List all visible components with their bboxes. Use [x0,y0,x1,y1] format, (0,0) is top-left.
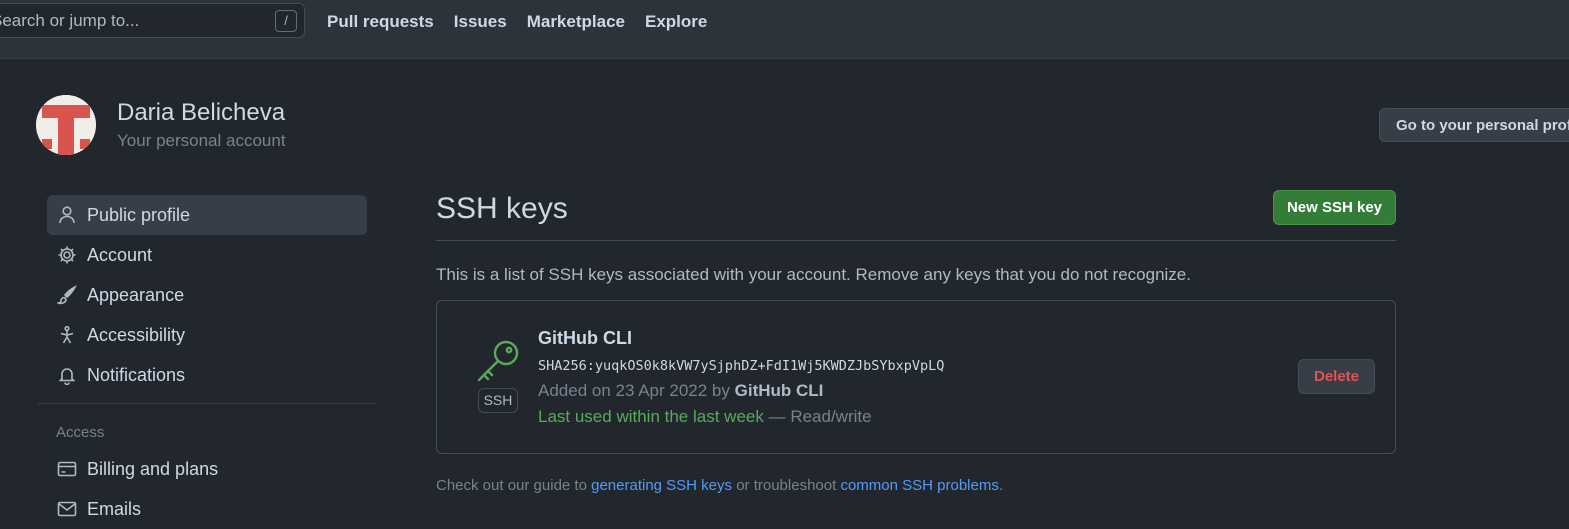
user-name[interactable]: Daria Belicheva [117,99,285,127]
nav-issues[interactable]: Issues [454,11,507,33]
key-last-used: Last used within the last week [538,407,764,426]
paintbrush-icon [57,285,77,305]
key-added-date: Added on 23 Apr 2022 by [538,381,730,400]
sidebar-item-accessibility[interactable]: Accessibility [47,315,367,355]
sidebar-item-account[interactable]: Account [47,235,367,275]
search-shortcut-hint: / [275,10,297,32]
search-input[interactable] [0,4,261,37]
key-fingerprint: SHA256:yuqkOS0k8kVW7ySjphDZ+FdI1Wj5KWDZJ… [538,358,945,374]
sidebar-section-heading: Access [56,424,105,441]
sidebar-item-label: Billing and plans [87,458,219,479]
nav-marketplace[interactable]: Marketplace [527,11,625,33]
ssh-badge: SSH [478,388,518,413]
key-added-info: Added on 23 Apr 2022 by GitHub CLI [538,381,823,401]
sidebar-item-label: Account [87,244,153,265]
nav-pull-requests[interactable]: Pull requests [327,11,434,33]
sidebar-item-label: Appearance [87,284,185,305]
key-icon [477,340,519,382]
go-to-profile-button[interactable]: Go to your personal profile [1379,108,1569,142]
sidebar-item-billing[interactable]: Billing and plans [47,449,367,489]
sidebar-item-label: Emails [87,498,142,519]
sidebar-item-emails[interactable]: Emails [47,489,367,529]
help-suffix: . [998,477,1004,494]
ssh-key-item: SSH GitHub CLI SHA256:yuqkOS0k8kVW7ySjph… [436,300,1396,454]
settings-sidebar: Public profile Account Appearance Access… [38,195,376,529]
help-prefix: Check out our guide to [436,477,587,494]
key-usage-info: Last used within the last week — Read/wr… [538,407,872,427]
common-ssh-problems-link[interactable]: common SSH problems [840,477,998,494]
sidebar-item-label: Public profile [87,204,191,225]
intro-text: This is a list of SSH keys associated wi… [436,265,1191,284]
generating-ssh-keys-link[interactable]: generating SSH keys [591,477,732,494]
bell-icon [58,368,76,385]
nav-explore[interactable]: Explore [645,11,707,33]
key-title: GitHub CLI [538,328,632,348]
mail-icon [57,501,77,517]
new-ssh-key-button[interactable]: New SSH key [1273,190,1396,225]
person-icon [59,206,75,224]
sidebar-item-label: Notifications [87,364,186,385]
accessibility-icon [60,325,74,344]
sidebar-item-appearance[interactable]: Appearance [47,275,367,315]
help-text: Check out our guide to generating SSH ke… [436,477,1003,494]
sidebar-divider [38,403,376,404]
account-type-label: Your personal account [117,131,286,150]
sidebar-item-public-profile[interactable]: Public profile [47,195,367,235]
key-access-level: — Read/write [768,407,872,426]
credit-card-icon [57,461,77,477]
global-nav: Pull requests Issues Marketplace Explore [327,11,727,33]
title-divider [436,240,1396,241]
help-middle: or troubleshoot [736,477,837,494]
delete-key-button[interactable]: Delete [1298,359,1375,394]
key-added-by: GitHub CLI [734,381,824,400]
search-box[interactable]: / [0,3,305,38]
avatar[interactable] [36,95,96,155]
gear-icon [58,246,76,264]
sidebar-item-label: Accessibility [87,324,186,345]
top-header: / Pull requests Issues Marketplace Explo… [0,0,1569,59]
sidebar-item-notifications[interactable]: Notifications [47,355,367,395]
page-title: SSH keys [436,192,568,225]
